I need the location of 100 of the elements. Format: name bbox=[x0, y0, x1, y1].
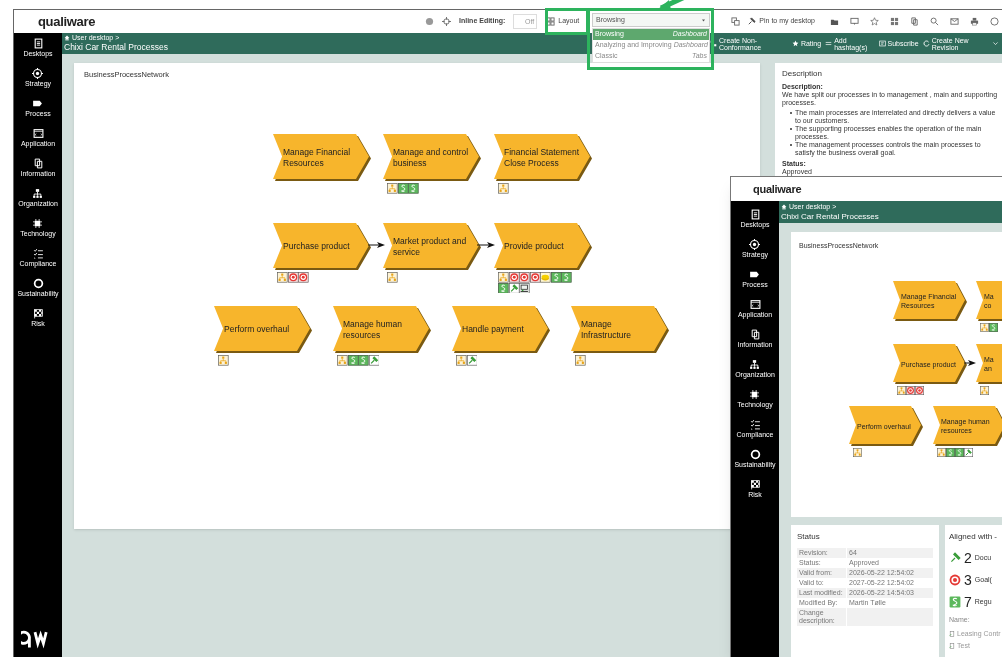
org-chart-icon bbox=[337, 355, 348, 366]
chip-icon[interactable] bbox=[749, 389, 761, 400]
org-chart-icon bbox=[387, 183, 398, 194]
chip-icon[interactable] bbox=[32, 218, 44, 229]
target-icon bbox=[915, 386, 924, 395]
copy-icon[interactable] bbox=[731, 17, 741, 26]
pin-icon bbox=[949, 552, 961, 564]
org-chart-icon bbox=[498, 272, 509, 283]
process-shape: Provide product bbox=[494, 223, 592, 270]
qw-logo-icon bbox=[21, 628, 49, 649]
process-shape: Manage and control business bbox=[383, 134, 481, 181]
target-icon bbox=[508, 272, 519, 283]
ring-icon[interactable] bbox=[32, 278, 44, 289]
org-chart-icon bbox=[277, 272, 288, 283]
page-title: Chixi Car Rental Processes bbox=[64, 42, 168, 53]
circle-icon[interactable] bbox=[990, 17, 999, 26]
home-icon[interactable] bbox=[64, 35, 70, 41]
ring-icon[interactable] bbox=[749, 449, 761, 460]
crosshair-icon[interactable] bbox=[442, 17, 451, 26]
coin-stack-icon bbox=[540, 272, 551, 283]
org-chart-icon bbox=[937, 448, 946, 457]
count-value: 7 bbox=[964, 595, 972, 609]
org-chart-icon bbox=[980, 386, 989, 395]
page-title: Chixi Car Rental Processes bbox=[781, 211, 879, 222]
section-sign-icon bbox=[397, 183, 408, 194]
tag-icon[interactable] bbox=[32, 98, 44, 109]
pages-icon[interactable] bbox=[749, 329, 761, 340]
pin-icon bbox=[964, 448, 973, 457]
arrow-connector bbox=[964, 359, 976, 367]
caret-icon bbox=[701, 17, 706, 23]
checklist-icon[interactable] bbox=[749, 419, 761, 430]
app-logo[interactable]: qualiware bbox=[38, 11, 96, 32]
star-icon bbox=[791, 40, 799, 47]
org-chart-icon bbox=[897, 386, 906, 395]
star-icon[interactable] bbox=[870, 17, 879, 26]
org-chart-icon bbox=[575, 355, 586, 366]
process-shape: Handle payment bbox=[452, 306, 550, 353]
org-chart-icon bbox=[218, 355, 229, 366]
section-sign-icon bbox=[949, 596, 961, 608]
app-logo[interactable]: qualiware bbox=[753, 180, 802, 198]
pin-icon bbox=[368, 355, 379, 366]
pin-icon bbox=[466, 355, 477, 366]
panel-title: Description bbox=[782, 69, 823, 79]
mail-icon[interactable] bbox=[950, 17, 959, 26]
target-icon bbox=[949, 574, 961, 586]
process-shape: Purchase product bbox=[273, 223, 371, 270]
search-icon[interactable] bbox=[930, 17, 939, 26]
layout-icon[interactable] bbox=[546, 17, 556, 26]
target-icon bbox=[287, 272, 298, 283]
document-icon[interactable] bbox=[749, 209, 761, 220]
section-sign-icon bbox=[347, 355, 358, 366]
refresh-icon bbox=[922, 40, 930, 47]
process-shape: Manage Financial Resources bbox=[273, 134, 371, 181]
section-sign-icon bbox=[498, 282, 509, 293]
org-chart-icon bbox=[456, 355, 467, 366]
section-sign-icon bbox=[408, 183, 419, 194]
org-chart-icon bbox=[387, 272, 398, 283]
checkered-flag-icon[interactable] bbox=[749, 479, 761, 490]
org-chart-icon bbox=[980, 323, 989, 332]
hierarchy-icon[interactable] bbox=[749, 359, 761, 370]
section-sign-icon bbox=[955, 448, 964, 457]
process-shape: Manage human resources bbox=[333, 306, 431, 353]
globe-icon[interactable] bbox=[425, 17, 434, 26]
checklist-icon[interactable] bbox=[32, 248, 44, 259]
subscribe-icon bbox=[878, 40, 886, 47]
target-icon[interactable] bbox=[32, 68, 44, 79]
pin-icon bbox=[508, 282, 519, 293]
org-chart-icon bbox=[853, 448, 862, 457]
chevron-down-icon[interactable] bbox=[992, 40, 999, 47]
target-icon bbox=[298, 272, 309, 283]
target-icon[interactable] bbox=[749, 239, 761, 250]
process-shape: Manage Infrastructure bbox=[571, 306, 669, 353]
count-value: 3 bbox=[964, 573, 972, 587]
grid-icon[interactable] bbox=[890, 17, 899, 26]
process-shape: Market product and service bbox=[383, 223, 481, 270]
home-icon[interactable] bbox=[781, 203, 787, 210]
window-icon[interactable] bbox=[749, 299, 761, 310]
print-icon[interactable] bbox=[970, 17, 979, 26]
pin-icon bbox=[747, 17, 757, 26]
arrow-connector bbox=[477, 241, 495, 249]
section-sign-icon bbox=[561, 272, 572, 283]
target-icon bbox=[906, 386, 915, 395]
org-chart-icon bbox=[498, 183, 509, 194]
count-value: 2 bbox=[964, 551, 972, 565]
section-sign-icon bbox=[550, 272, 561, 283]
section-sign-icon bbox=[989, 323, 998, 332]
process-shape: Financial Statement Close Process bbox=[494, 134, 592, 181]
monitor-icon bbox=[519, 282, 530, 293]
folder-icon[interactable] bbox=[830, 17, 839, 26]
target-icon bbox=[529, 272, 540, 283]
section-sign-icon bbox=[358, 355, 369, 366]
checkered-flag-icon[interactable] bbox=[32, 308, 44, 319]
pages-icon[interactable] bbox=[32, 158, 44, 169]
document-icon[interactable] bbox=[32, 38, 44, 49]
window-icon[interactable] bbox=[32, 128, 44, 139]
document-icon bbox=[949, 630, 955, 637]
hierarchy-icon[interactable] bbox=[32, 188, 44, 199]
tag-icon[interactable] bbox=[749, 269, 761, 280]
chat-icon[interactable] bbox=[850, 17, 859, 26]
document-icon bbox=[949, 643, 955, 650]
